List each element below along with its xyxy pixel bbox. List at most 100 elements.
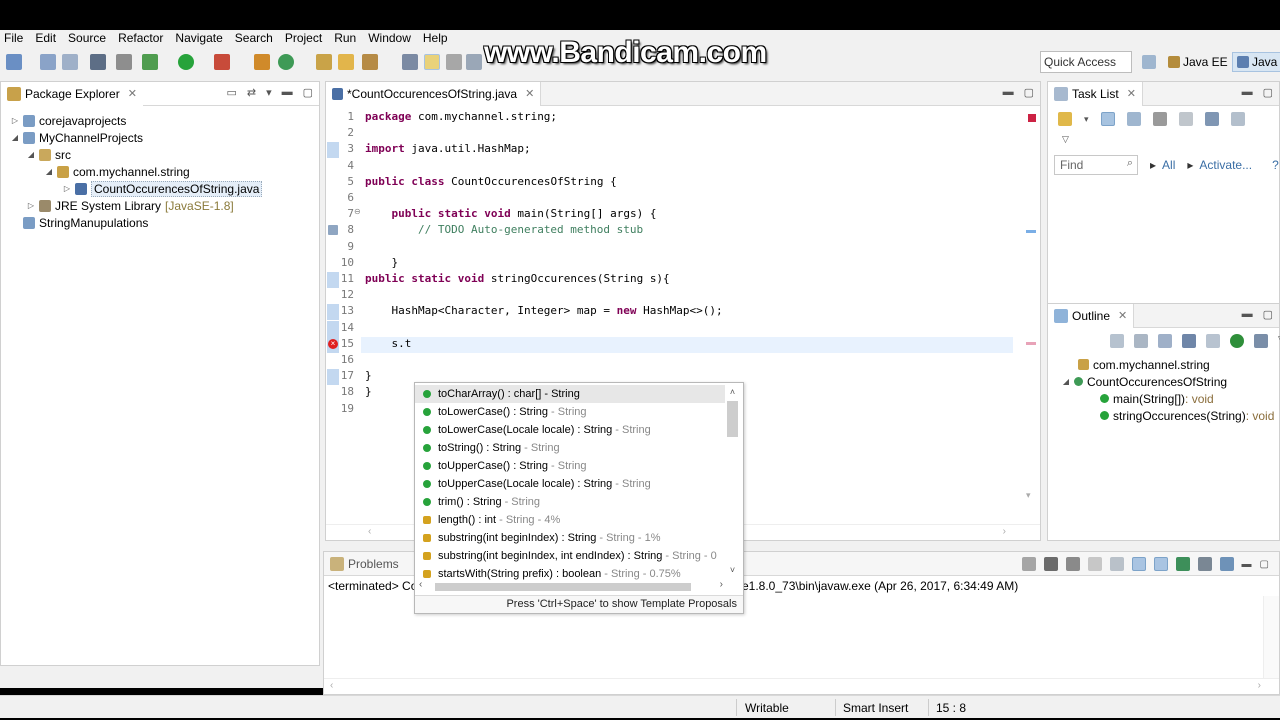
scroll-right-arrow[interactable]: › bbox=[1258, 680, 1261, 691]
proposal-item[interactable]: toCharArray() : char[] - String bbox=[415, 385, 725, 403]
scroll-up-arrow[interactable]: ˄ bbox=[726, 387, 739, 397]
next-annotation-icon[interactable] bbox=[446, 54, 462, 70]
activate-link[interactable]: Activate... bbox=[1199, 158, 1252, 172]
show-on-output-icon[interactable] bbox=[1153, 557, 1168, 571]
skip-breakpoints-icon[interactable] bbox=[116, 54, 132, 70]
link-editor-icon[interactable]: ⇄ bbox=[247, 86, 256, 99]
expanded-arrow-icon[interactable]: ◢ bbox=[1062, 377, 1070, 386]
search-tool-icon[interactable] bbox=[362, 54, 378, 70]
tab-outline[interactable]: Outline ✕ bbox=[1048, 303, 1135, 328]
maximize-icon[interactable]: ▢ bbox=[1024, 86, 1034, 99]
tree-item[interactable]: ◢ MyChannelProjects bbox=[11, 129, 143, 146]
save-all-icon[interactable] bbox=[62, 54, 78, 70]
highlight-icon[interactable] bbox=[424, 54, 440, 70]
proposal-item[interactable]: substring(int beginIndex) : String - Stri… bbox=[415, 529, 725, 547]
scroll-right-arrow[interactable]: › bbox=[720, 579, 723, 590]
show-whitespace-icon[interactable] bbox=[466, 54, 482, 70]
proposal-item[interactable]: toUpperCase() : String - String bbox=[415, 457, 725, 475]
menu-project[interactable]: Project bbox=[285, 31, 322, 45]
remove-all-icon[interactable] bbox=[1065, 557, 1080, 571]
new-console-icon[interactable] bbox=[1219, 557, 1234, 571]
proposal-item[interactable]: toLowerCase() : String - String bbox=[415, 403, 725, 421]
collapsed-arrow-icon[interactable]: ▷ bbox=[27, 201, 35, 210]
tab-editor-file[interactable]: *CountOccurencesOfString.java ✕ bbox=[326, 81, 542, 106]
proposal-item[interactable]: toString() : String - String bbox=[415, 439, 725, 457]
annotation-icon[interactable] bbox=[402, 54, 418, 70]
terminal-icon[interactable] bbox=[90, 54, 106, 70]
collapse-all-icon[interactable] bbox=[1178, 112, 1193, 126]
maximize-icon[interactable]: ▢ bbox=[1263, 86, 1273, 99]
menu-help[interactable]: Help bbox=[423, 31, 448, 45]
dropdown-icon[interactable]: ▾ bbox=[1084, 114, 1089, 125]
open-console-icon[interactable] bbox=[1175, 557, 1190, 571]
close-icon[interactable]: ✕ bbox=[1118, 309, 1127, 322]
hide-local-types-icon[interactable] bbox=[1254, 334, 1268, 348]
run-icon[interactable] bbox=[178, 54, 194, 70]
outline-item[interactable]: main(String[]) : void bbox=[1100, 390, 1214, 407]
console-vertical-scrollbar[interactable] bbox=[1263, 596, 1279, 678]
collapsed-arrow-icon[interactable]: ▷ bbox=[63, 184, 71, 193]
menu-file[interactable]: File bbox=[4, 31, 23, 45]
proposal-item[interactable]: toUpperCase(Locale locale) : String - Str… bbox=[415, 475, 725, 493]
collapse-all-icon[interactable] bbox=[1134, 334, 1148, 348]
maximize-icon[interactable]: ▢ bbox=[1263, 308, 1273, 321]
menu-window[interactable]: Window bbox=[368, 31, 411, 45]
task-find-input[interactable]: Find ⌕ bbox=[1054, 155, 1138, 175]
hide-completed-icon[interactable] bbox=[1152, 112, 1167, 126]
java-perspective[interactable]: Java bbox=[1232, 52, 1280, 72]
new-class-icon[interactable] bbox=[278, 54, 294, 70]
quick-access-input[interactable]: Quick Access bbox=[1040, 51, 1132, 73]
minimize-icon[interactable]: ▬ bbox=[1242, 86, 1253, 99]
clear-console-icon[interactable] bbox=[1087, 557, 1102, 571]
maximize-icon[interactable]: ▢ bbox=[303, 86, 313, 99]
error-icon[interactable]: × bbox=[328, 338, 338, 349]
view-menu-icon[interactable] bbox=[1230, 112, 1245, 126]
expanded-arrow-icon[interactable]: ◢ bbox=[45, 167, 53, 176]
scroll-right-arrow[interactable]: › bbox=[1003, 526, 1006, 537]
task-marker-icon[interactable] bbox=[328, 225, 338, 236]
open-task-icon[interactable] bbox=[338, 54, 354, 70]
all-link[interactable]: All bbox=[1162, 158, 1175, 172]
tab-task-list[interactable]: Task List ✕ bbox=[1048, 81, 1143, 106]
terminate-icon[interactable] bbox=[1021, 557, 1036, 571]
save-icon[interactable] bbox=[40, 54, 56, 70]
menu-refactor[interactable]: Refactor bbox=[118, 31, 163, 45]
proposal-item[interactable]: length() : int - String - 4% bbox=[415, 511, 725, 529]
menu-edit[interactable]: Edit bbox=[35, 31, 56, 45]
menu-source[interactable]: Source bbox=[68, 31, 106, 45]
remove-launch-icon[interactable] bbox=[1043, 557, 1058, 571]
scroll-left-arrow[interactable]: ‹ bbox=[368, 526, 371, 537]
new-icon[interactable] bbox=[6, 54, 22, 70]
collapsed-arrow-icon[interactable]: ▷ bbox=[11, 116, 19, 125]
debug-icon[interactable] bbox=[142, 54, 158, 70]
link-icon[interactable] bbox=[1204, 112, 1219, 126]
menu-run[interactable]: Run bbox=[334, 31, 356, 45]
focus-icon[interactable] bbox=[1110, 334, 1124, 348]
hide-fields-icon[interactable] bbox=[1182, 334, 1196, 348]
close-icon[interactable]: ✕ bbox=[525, 87, 534, 100]
java-ee-perspective[interactable]: Java EE bbox=[1164, 52, 1232, 72]
scroll-down-arrow[interactable]: ▾ bbox=[1026, 490, 1031, 501]
tree-item[interactable]: ▷ JRE System Library [JavaSE-1.8] bbox=[27, 197, 234, 214]
tree-item[interactable]: StringManupulations bbox=[11, 214, 148, 231]
minimize-icon[interactable]: ▬ bbox=[1242, 308, 1253, 321]
scroll-down-arrow[interactable]: ˅ bbox=[726, 565, 739, 575]
sort-icon[interactable] bbox=[1158, 334, 1172, 348]
tree-item[interactable]: ▷ CountOccurencesOfString.java bbox=[63, 180, 263, 197]
proposal-item[interactable]: toLowerCase(Locale locale) : String - Str… bbox=[415, 421, 725, 439]
display-selected-icon[interactable] bbox=[1197, 557, 1212, 571]
proposal-item[interactable]: trim() : String - String bbox=[415, 493, 725, 511]
menu-dropdown-icon[interactable]: ▽ bbox=[1062, 134, 1069, 145]
outline-item[interactable]: stringOccurences(String) : void bbox=[1100, 407, 1274, 424]
proposal-scrollbar[interactable]: ˄ ˅ bbox=[726, 387, 739, 575]
proposal-horizontal-scrollbar[interactable]: ‹ › bbox=[415, 579, 725, 593]
outline-item[interactable]: ◢ CountOccurencesOfString bbox=[1062, 373, 1227, 390]
menu-navigate[interactable]: Navigate bbox=[175, 31, 222, 45]
proposal-item[interactable]: substring(int beginIndex, int endIndex) … bbox=[415, 547, 725, 565]
close-icon[interactable]: ✕ bbox=[1127, 87, 1136, 100]
maximize-icon[interactable]: ▢ bbox=[1260, 559, 1269, 570]
tree-item[interactable]: ◢ src bbox=[27, 146, 71, 163]
minimize-icon[interactable]: ▬ bbox=[1242, 559, 1252, 570]
new-task-icon[interactable] bbox=[1058, 112, 1072, 126]
scroll-left-arrow[interactable]: ‹ bbox=[419, 579, 422, 590]
